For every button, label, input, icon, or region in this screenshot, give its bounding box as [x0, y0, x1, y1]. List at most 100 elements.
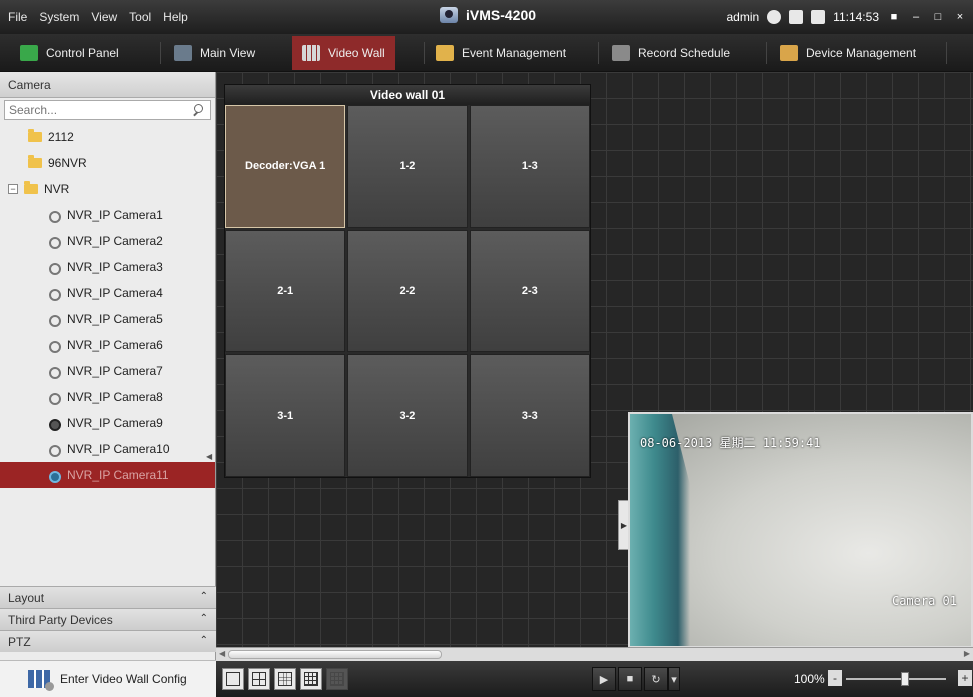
network-status-icon[interactable] — [811, 10, 826, 24]
tree-node[interactable]: 96NVR — [0, 150, 215, 176]
module-toolbar: Control Panel Main View Video Wall Event… — [0, 34, 973, 72]
tree-node[interactable]: − NVR — [0, 176, 215, 202]
tab-device-management[interactable]: Device Management — [770, 36, 926, 70]
zoom-level: 100% — [794, 672, 825, 686]
title-bar: File System View Tool Help iVMS-4200 adm… — [0, 0, 973, 34]
camera-icon — [48, 365, 61, 379]
control-panel-icon — [20, 45, 38, 61]
scrollbar-thumb[interactable] — [228, 650, 442, 659]
tree-node[interactable]: NVR_IP Camera9 — [0, 410, 215, 436]
camera-search — [4, 100, 211, 120]
scroll-right-icon[interactable]: ▶ — [964, 649, 970, 658]
tree-node-label: NVR — [44, 182, 70, 196]
tree-node-label: NVR_IP Camera7 — [67, 364, 163, 378]
camera-icon — [48, 313, 61, 327]
camera-icon — [48, 287, 61, 301]
wall-screen-cell[interactable]: 2-2 — [347, 229, 468, 353]
play-button[interactable]: ▶ — [592, 667, 616, 691]
video-wall-config-icon — [28, 670, 54, 691]
tree-node[interactable]: NVR_IP Camera3 — [0, 254, 215, 280]
tree-node[interactable]: NVR_IP Camera5 — [0, 306, 215, 332]
wall-screen-cell[interactable]: 3-1 — [225, 354, 346, 477]
camera-icon — [48, 469, 61, 483]
collapse-panel-handle[interactable]: ◀ — [206, 452, 216, 466]
accordion-third-party-devices[interactable]: Third Party Devices ⌃ — [0, 608, 216, 630]
tree-node[interactable]: NVR_IP Camera11 — [0, 462, 215, 488]
wall-screen-cell[interactable]: 1-2 — [347, 105, 468, 228]
tree-node[interactable]: NVR_IP Camera8 — [0, 384, 215, 410]
tree-node[interactable]: NVR_IP Camera2 — [0, 228, 215, 254]
tree-node[interactable]: NVR_IP Camera4 — [0, 280, 215, 306]
wall-screen-cell[interactable]: 3-2 — [347, 354, 468, 477]
layout-3x3-button[interactable] — [274, 668, 296, 690]
tree-node-label: 96NVR — [48, 156, 87, 170]
menu-tool[interactable]: Tool — [129, 10, 151, 24]
close-button[interactable]: × — [953, 10, 967, 24]
tree-node[interactable]: NVR_IP Camera10 — [0, 436, 215, 462]
tree-node[interactable]: NVR_IP Camera1 — [0, 202, 215, 228]
tab-event-management[interactable]: Event Management — [426, 36, 576, 70]
live-preview-window[interactable]: 08-06-2013 星期二 11:59:41 Camera 01 — [628, 412, 973, 648]
tree-node-label: NVR_IP Camera9 — [67, 416, 163, 430]
camera-icon — [48, 339, 61, 353]
lock-icon[interactable]: ■ — [887, 10, 901, 24]
wall-screen-cell[interactable]: 3-3 — [469, 354, 590, 477]
chevron-up-icon: ⌃ — [199, 635, 208, 646]
accordion-ptz[interactable]: PTZ ⌃ — [0, 630, 216, 652]
menu-file[interactable]: File — [8, 10, 27, 24]
tab-main-view[interactable]: Main View — [164, 36, 265, 70]
camera-panel-header[interactable]: Camera — [0, 72, 215, 98]
horizontal-scrollbar[interactable]: ◀ ▶ — [216, 647, 973, 661]
enter-video-wall-config-button[interactable]: Enter Video Wall Config — [0, 660, 216, 697]
scroll-left-icon[interactable]: ◀ — [219, 649, 225, 658]
tree-node[interactable]: 2112 — [0, 124, 215, 150]
wall-screen-cell[interactable]: 1-3 — [469, 105, 590, 228]
refresh-button[interactable]: ↻ — [644, 667, 668, 691]
stop-button[interactable]: ■ — [618, 667, 642, 691]
zoom-out-button[interactable]: - — [828, 670, 842, 686]
search-input[interactable] — [5, 101, 191, 119]
video-wall[interactable]: Video wall 01 Decoder:VGA 1 1-2 1-3 2-1 2-2 2… — [224, 84, 591, 478]
tab-video-wall[interactable]: Video Wall — [292, 36, 395, 70]
clock: 11:14:53 — [833, 10, 879, 24]
menu-view[interactable]: View — [91, 10, 117, 24]
zoom-slider-track[interactable] — [846, 678, 946, 680]
menu-help[interactable]: Help — [163, 10, 188, 24]
wall-screen-cell[interactable]: Decoder:VGA 1 — [225, 105, 346, 228]
cpu-icon[interactable] — [789, 10, 804, 24]
tab-control-panel[interactable]: Control Panel — [10, 36, 129, 70]
network-icon[interactable] — [767, 10, 782, 24]
accordion-label: Third Party Devices — [8, 613, 113, 627]
wall-screen-cell[interactable]: 2-1 — [225, 229, 346, 353]
accordion-layout[interactable]: Layout ⌃ — [0, 586, 216, 608]
tree-node-label: NVR_IP Camera2 — [67, 234, 163, 248]
refresh-dropdown-button[interactable]: ▾ — [668, 667, 680, 691]
bottom-control-bar: ▶ ■ ↻ ▾ 100% - + — [216, 661, 973, 697]
layout-2x2-button[interactable] — [248, 668, 270, 690]
status-area: admin 11:14:53 ■ – □ × — [726, 0, 967, 34]
maximize-button[interactable]: □ — [931, 10, 945, 24]
zoom-in-button[interactable]: + — [958, 670, 972, 686]
layout-custom-button[interactable] — [326, 668, 348, 690]
camera-icon — [48, 417, 61, 431]
zoom-slider-thumb[interactable] — [901, 672, 909, 686]
wall-screen-cell[interactable]: 2-3 — [469, 229, 590, 353]
video-wall-icon — [302, 45, 320, 61]
tree-node-label: NVR_IP Camera6 — [67, 338, 163, 352]
main-view-icon — [174, 45, 192, 61]
menu-bar: File System View Tool Help — [0, 10, 188, 24]
collapse-icon[interactable]: − — [8, 184, 18, 194]
search-icon[interactable] — [191, 102, 207, 118]
accordion-label: PTZ — [8, 635, 31, 649]
layout-4x4-button[interactable] — [300, 668, 322, 690]
menu-system[interactable]: System — [39, 10, 79, 24]
tree-node[interactable]: NVR_IP Camera7 — [0, 358, 215, 384]
tree-node[interactable]: NVR_IP Camera6 — [0, 332, 215, 358]
video-wall-title: Video wall 01 — [225, 85, 590, 105]
layout-1x1-button[interactable] — [222, 668, 244, 690]
video-wall-canvas[interactable]: Video wall 01 Decoder:VGA 1 1-2 1-3 2-1 2-2 2… — [216, 72, 973, 648]
username[interactable]: admin — [726, 10, 759, 24]
app-title: iVMS-4200 — [440, 7, 536, 23]
minimize-button[interactable]: – — [909, 10, 923, 24]
tab-record-schedule[interactable]: Record Schedule — [602, 36, 740, 70]
